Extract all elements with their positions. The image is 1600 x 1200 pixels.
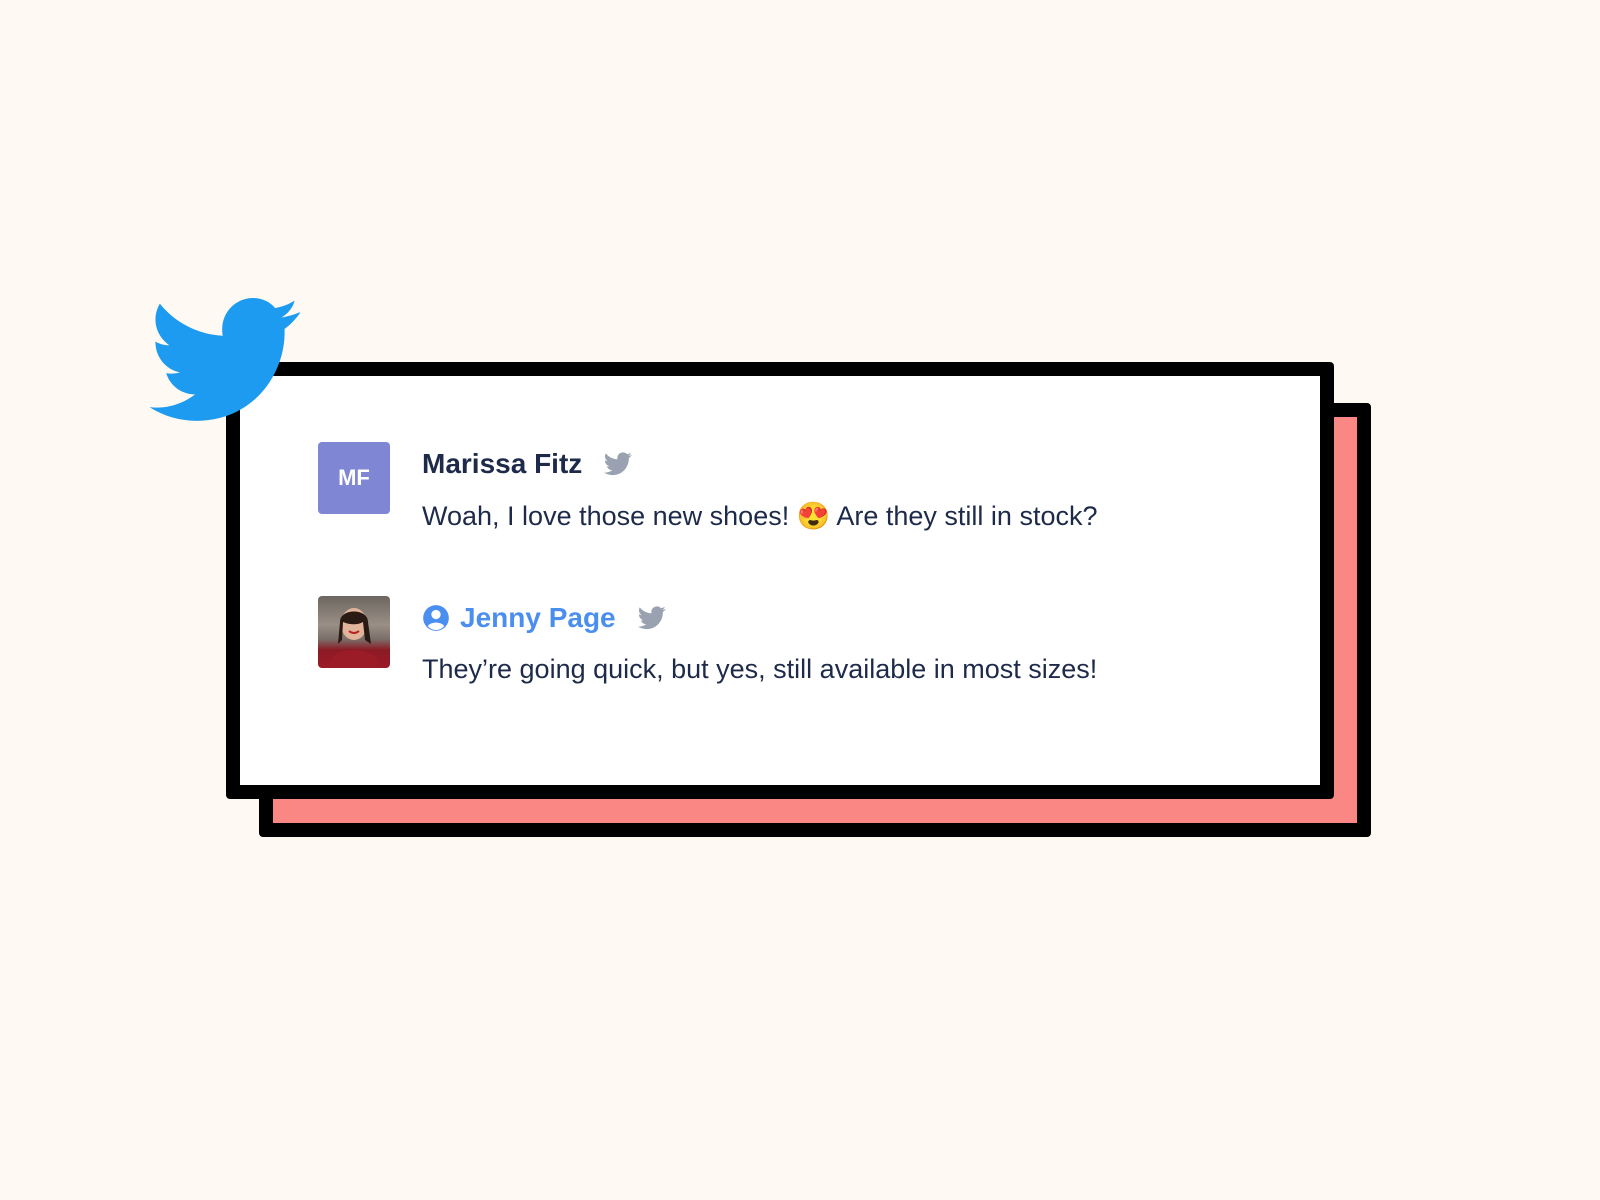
author-name[interactable]: Marissa Fitz: [422, 448, 582, 480]
comment-text: Woah, I love those new shoes! 😍 Are they…: [422, 500, 1097, 532]
twitter-bird-icon: [150, 298, 301, 421]
comment-text: They’re going quick, but yes, still avai…: [422, 654, 1098, 684]
text-part: Woah, I love those new shoes!: [422, 501, 790, 531]
author-name[interactable]: Jenny Page: [460, 602, 616, 634]
avatar: [318, 596, 390, 668]
heart-eyes-emoji: 😍: [796, 501, 831, 531]
user-circle-icon: [423, 605, 449, 631]
comment-author[interactable]: Marissa Fitz: [422, 448, 633, 480]
comments-card: MF Marissa Fitz Woah, I love those new s…: [226, 362, 1334, 799]
comment-author[interactable]: Jenny Page: [422, 602, 666, 634]
twitter-icon: [637, 606, 666, 630]
twitter-icon: [604, 452, 633, 476]
avatar: MF: [318, 442, 390, 514]
text-part: Are they still in stock?: [836, 501, 1098, 531]
